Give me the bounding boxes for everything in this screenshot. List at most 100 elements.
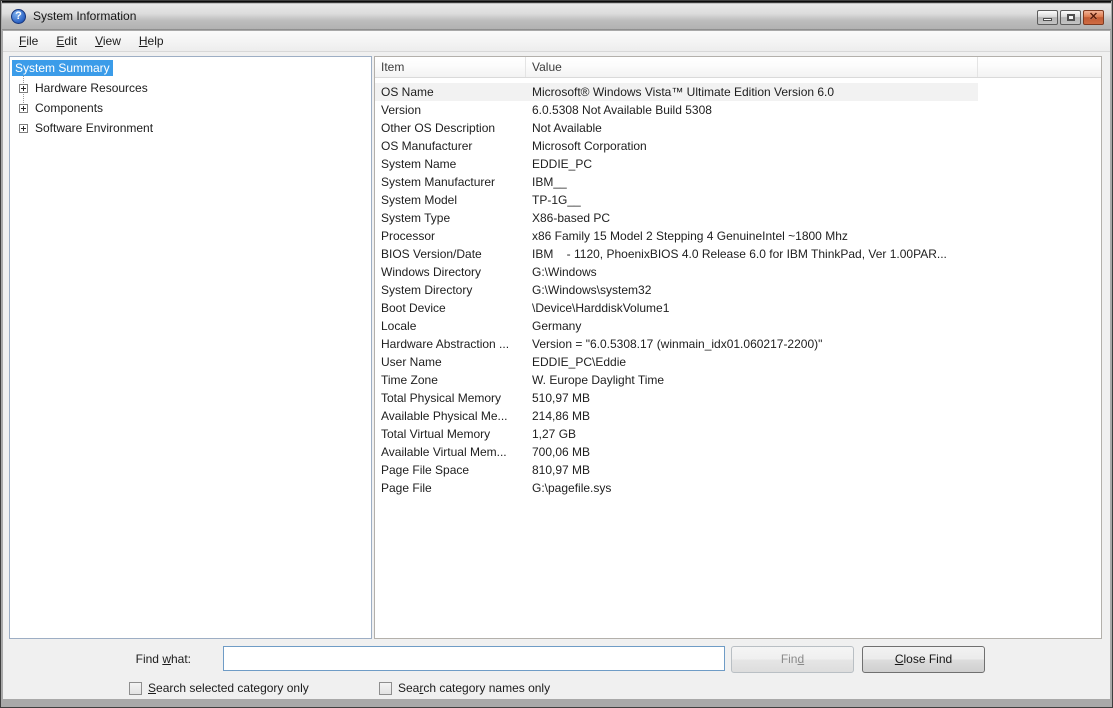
value-cell: Germany (526, 317, 978, 335)
checkbox-icon[interactable] (129, 682, 142, 695)
item-cell: Boot Device (375, 299, 526, 317)
tree-item-components[interactable]: Components (10, 98, 371, 118)
item-cell: Page File (375, 479, 526, 497)
find-button-label: Fin (781, 652, 798, 666)
table-row[interactable]: OS Name Microsoft® Windows Vista™ Ultima… (375, 83, 1101, 101)
table-row[interactable]: Available Physical Me... 214,86 MB (375, 407, 1101, 425)
tree-item-system-summary[interactable]: System Summary (12, 60, 113, 76)
tree-children: Hardware Resources Components Software E… (10, 78, 371, 138)
search-category-names-option[interactable]: Search category names only (379, 681, 550, 695)
menu-help[interactable]: Help (130, 32, 173, 50)
value-cell: x86 Family 15 Model 2 Stepping 4 Genuine… (526, 227, 978, 245)
item-cell: System Name (375, 155, 526, 173)
checkbox-icon[interactable] (379, 682, 392, 695)
find-button[interactable]: Find (731, 646, 854, 673)
value-cell: 1,27 GB (526, 425, 978, 443)
item-cell: Total Virtual Memory (375, 425, 526, 443)
menu-label: ile (26, 34, 38, 48)
close-icon: ✕ (1084, 11, 1103, 24)
item-cell: System Type (375, 209, 526, 227)
value-cell: 214,86 MB (526, 407, 978, 425)
table-row[interactable]: System Name EDDIE_PC (375, 155, 1101, 173)
table-row[interactable]: Page File Space 810,97 MB (375, 461, 1101, 479)
item-cell: Available Virtual Mem... (375, 443, 526, 461)
table-row[interactable]: Version 6.0.5308 Not Available Build 530… (375, 101, 1101, 119)
table-row[interactable]: System Directory G:\Windows\system32 (375, 281, 1101, 299)
checkbox-label-text: S (148, 681, 156, 695)
tree-item-hardware-resources[interactable]: Hardware Resources (10, 78, 371, 98)
item-cell: System Model (375, 191, 526, 209)
checkbox-label-text: ch category names only (423, 681, 550, 695)
table-row[interactable]: Locale Germany (375, 317, 1101, 335)
menu-edit[interactable]: Edit (47, 32, 86, 50)
table-row[interactable]: System Type X86-based PC (375, 209, 1101, 227)
table-row[interactable]: Available Virtual Mem... 700,06 MB (375, 443, 1101, 461)
table-row[interactable]: Hardware Abstraction ... Version = "6.0.… (375, 335, 1101, 353)
details-panel[interactable]: Item Value OS Name Microsoft® Windows Vi… (374, 56, 1102, 639)
column-header-filler (978, 57, 1101, 77)
minimize-button[interactable] (1037, 10, 1058, 25)
value-cell: IBM - 1120, PhoenixBIOS 4.0 Release 6.0 … (526, 245, 978, 263)
find-what-label: Find what: (61, 652, 191, 666)
value-cell: 510,97 MB (526, 389, 978, 407)
table-row[interactable]: Time Zone W. Europe Daylight Time (375, 371, 1101, 389)
expand-plus-icon[interactable] (19, 84, 28, 93)
checkbox-label-text: Sea (398, 681, 419, 695)
menu-label: iew (103, 34, 121, 48)
table-row[interactable]: Page File G:\pagefile.sys (375, 479, 1101, 497)
menu-bar: File Edit View Help (3, 31, 1110, 52)
search-selected-category-option[interactable]: Search selected category only (129, 681, 309, 695)
value-cell: EDDIE_PC (526, 155, 978, 173)
find-label-text: Find (136, 652, 163, 666)
close-find-button[interactable]: Close Find (862, 646, 985, 673)
menu-file[interactable]: File (10, 32, 47, 50)
value-cell: Not Available (526, 119, 978, 137)
column-header-value[interactable]: Value (526, 57, 978, 77)
table-row[interactable]: Total Physical Memory 510,97 MB (375, 389, 1101, 407)
item-cell: System Directory (375, 281, 526, 299)
item-cell: Processor (375, 227, 526, 245)
checkbox-label-text: earch selected category only (156, 681, 309, 695)
table-row[interactable]: Boot Device \Device\HarddiskVolume1 (375, 299, 1101, 317)
item-cell: Time Zone (375, 371, 526, 389)
tree-item-label: Software Environment (35, 121, 153, 135)
menu-label: dit (64, 34, 77, 48)
system-table-body: OS Name Microsoft® Windows Vista™ Ultima… (375, 78, 1101, 497)
column-header-item[interactable]: Item (375, 57, 526, 77)
table-row[interactable]: Other OS Description Not Available (375, 119, 1101, 137)
item-cell: System Manufacturer (375, 173, 526, 191)
table-row[interactable]: Windows Directory G:\Windows (375, 263, 1101, 281)
category-tree-panel[interactable]: System Summary Hardware Resources Compon… (9, 56, 372, 639)
value-cell: 810,97 MB (526, 461, 978, 479)
titlebar[interactable]: ? System Information ✕ (2, 1, 1111, 30)
maximize-icon (1067, 14, 1075, 21)
item-cell: Hardware Abstraction ... (375, 335, 526, 353)
value-cell: G:\Windows (526, 263, 978, 281)
window-title: System Information (33, 9, 136, 23)
tree-item-software-environment[interactable]: Software Environment (10, 118, 371, 138)
table-row[interactable]: Processor x86 Family 15 Model 2 Stepping… (375, 227, 1101, 245)
close-button[interactable]: ✕ (1083, 10, 1104, 25)
menu-label: H (139, 34, 148, 48)
value-cell: IBM__ (526, 173, 978, 191)
item-cell: Windows Directory (375, 263, 526, 281)
window-controls: ✕ (1037, 10, 1104, 25)
expand-plus-icon[interactable] (19, 124, 28, 133)
table-row[interactable]: System Model TP-1G__ (375, 191, 1101, 209)
menu-view[interactable]: View (86, 32, 130, 50)
table-row[interactable]: BIOS Version/Date IBM - 1120, PhoenixBIO… (375, 245, 1101, 263)
item-cell: OS Manufacturer (375, 137, 526, 155)
table-row[interactable]: User Name EDDIE_PC\Eddie (375, 353, 1101, 371)
table-row[interactable]: System Manufacturer IBM__ (375, 173, 1101, 191)
item-cell: User Name (375, 353, 526, 371)
expand-plus-icon[interactable] (19, 104, 28, 113)
menu-label: V (95, 34, 103, 48)
value-cell: \Device\HarddiskVolume1 (526, 299, 978, 317)
find-input[interactable] (223, 646, 725, 671)
table-row[interactable]: Total Virtual Memory 1,27 GB (375, 425, 1101, 443)
checkbox-label: Search category names only (398, 681, 550, 695)
table-row[interactable]: OS Manufacturer Microsoft Corporation (375, 137, 1101, 155)
maximize-button[interactable] (1060, 10, 1081, 25)
find-label-text: w (162, 652, 171, 666)
item-cell: Other OS Description (375, 119, 526, 137)
